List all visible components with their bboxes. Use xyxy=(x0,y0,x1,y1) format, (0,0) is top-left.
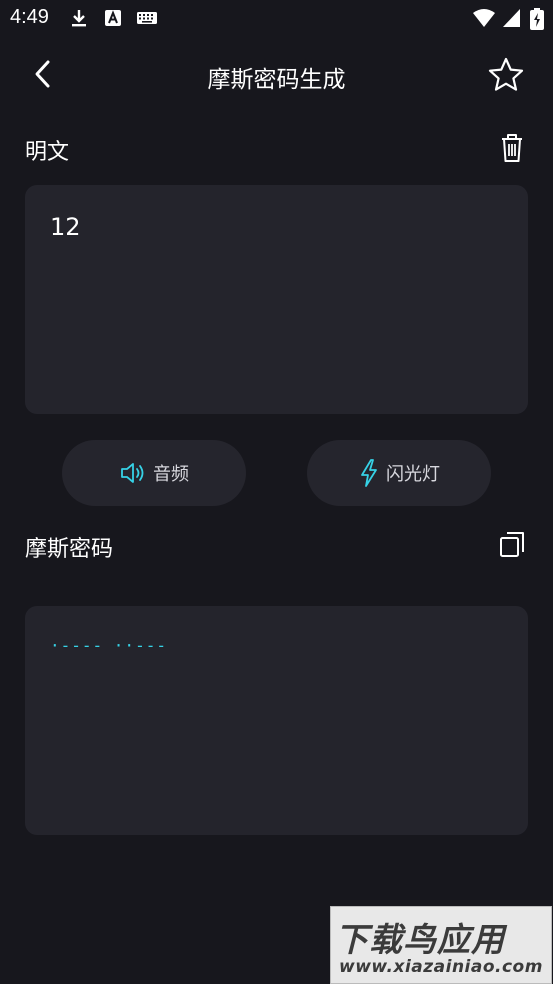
plaintext-value[interactable]: 12 xyxy=(50,213,81,241)
download-icon xyxy=(72,10,86,27)
plaintext-label: 明文 xyxy=(25,140,70,165)
plaintext-input[interactable]: 12 xyxy=(25,185,528,414)
page-title: 摩斯密码生成 xyxy=(207,67,346,93)
copy-icon[interactable] xyxy=(494,527,530,563)
font-a-icon xyxy=(105,10,121,26)
trash-icon[interactable] xyxy=(494,130,530,166)
wifi-icon xyxy=(473,9,495,27)
star-outline-icon[interactable] xyxy=(486,55,526,95)
audio-label: 音频 xyxy=(153,464,189,485)
flashlight-label: 闪光灯 xyxy=(386,464,440,485)
watermark-title: 下载鸟应用 xyxy=(335,920,505,959)
signal-icon xyxy=(503,9,520,27)
battery-charging-icon xyxy=(530,8,544,30)
flashlight-button[interactable]: 闪光灯 xyxy=(307,440,491,506)
watermark-url: www.xiazainiao.com xyxy=(339,957,543,977)
lightning-icon xyxy=(361,459,377,487)
watermark-logo: 下载鸟应用 www.xiazainiao.com xyxy=(330,906,552,984)
status-time: 4:49 xyxy=(10,6,49,28)
audio-button[interactable]: 音频 xyxy=(62,440,246,506)
status-bar: 4:49 xyxy=(0,0,553,36)
top-app-bar: 摩斯密码生成 xyxy=(0,48,553,100)
speaker-icon xyxy=(121,463,144,483)
morse-output: ·---- ··--- xyxy=(25,606,528,835)
morse-value: ·---- ··--- xyxy=(50,636,167,655)
morse-label: 摩斯密码 xyxy=(25,537,114,562)
keyboard-icon xyxy=(137,12,157,24)
